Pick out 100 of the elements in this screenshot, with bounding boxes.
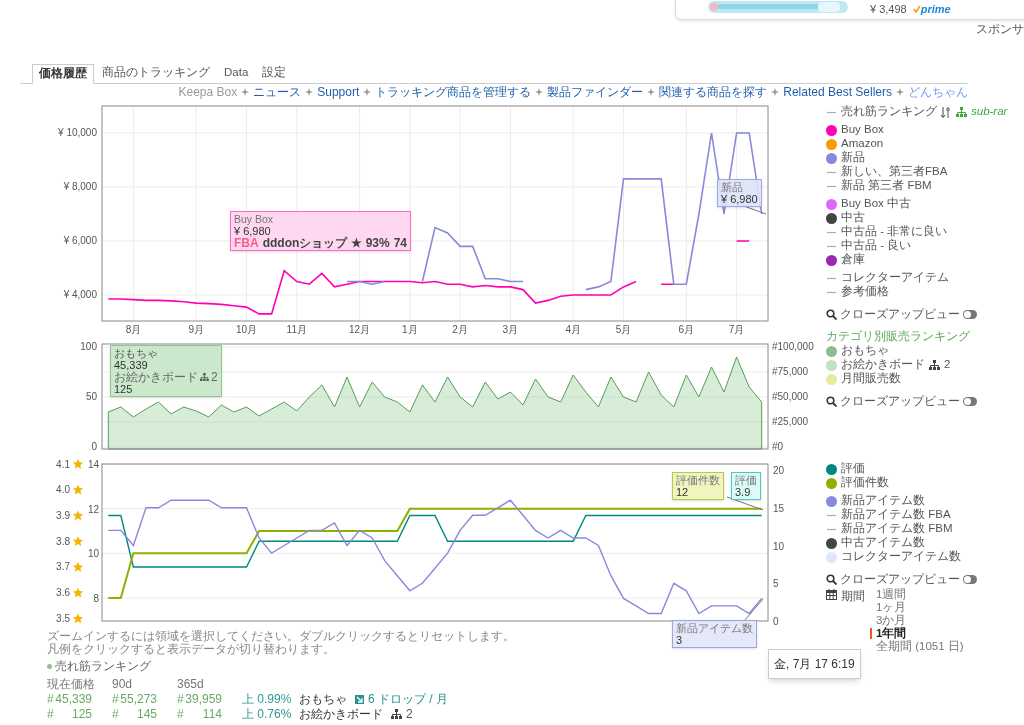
table-cell-text: 114 (202, 706, 222, 723)
rank-sign: # (112, 691, 119, 708)
axis-label: 10 (773, 540, 785, 552)
change-text: 上 0.99% (242, 691, 293, 708)
legend-item[interactable]: 売れ筋ランキング (841, 103, 937, 121)
axis-label: #25,000 (772, 416, 809, 427)
period-option[interactable]: 全期間 (1051 日) (876, 640, 964, 653)
hierarchy-icon (956, 107, 967, 117)
toggle-switch[interactable] (963, 397, 977, 406)
axis-label: #0 (772, 441, 784, 452)
table-cell-text: 55,273 (120, 691, 157, 708)
search-icon (826, 396, 837, 407)
separator-icon (305, 88, 314, 96)
trend-down-icon (355, 694, 364, 704)
nav-link[interactable]: 製品ファインダー (547, 83, 644, 101)
legend-item[interactable]: 新品 第三者 FBM (841, 177, 932, 195)
axis-label: 5 (773, 578, 779, 590)
hint-text: 凡例をクリックすると表示データが切り替わります。 (47, 643, 336, 656)
date-tooltip: 金, 7月 17 6:19 (768, 649, 861, 679)
ad-card[interactable]: ¥ 3,498 prime (675, 0, 1024, 20)
hint-text: ズームインするには領域を選択してください。ダブルクリックするとリセットします。 (47, 630, 515, 643)
axis-label: 3.9 (56, 510, 70, 521)
rating-count: 74 (393, 237, 408, 249)
tooltip-value: 3 (676, 634, 684, 646)
period-option[interactable]: 1年間 (876, 627, 907, 640)
month-label: 6月 (678, 324, 695, 335)
nav-link[interactable]: 関連する商品を探す (659, 83, 768, 101)
tab[interactable]: 設定 (256, 63, 293, 83)
axis-label: 3.6 (56, 587, 70, 599)
legend-heading: カテゴリ別販売ランキング (826, 329, 970, 345)
search-icon (826, 309, 837, 320)
tab[interactable]: Data (218, 63, 255, 83)
legend-item[interactable]: 評価件数 (841, 474, 889, 492)
nav-link[interactable]: トラッキング商品を管理する (375, 83, 532, 101)
axis-label: 10 (87, 548, 99, 560)
drops-text: 6 ドロップ / 月 (368, 691, 448, 708)
axis-label: 4.0 (56, 484, 70, 496)
axis-label: #50,000 (772, 391, 809, 402)
tab[interactable]: 価格履歴 (32, 64, 94, 84)
star-icon (72, 459, 84, 469)
axis-label: 3.5 (56, 612, 70, 624)
check-icon (912, 4, 921, 13)
separator-icon (241, 88, 250, 96)
seller-rating: ★ 93% (351, 237, 390, 249)
period-option[interactable]: 3か月 (876, 614, 907, 627)
rank-sign: # (177, 691, 184, 708)
seller-name: dddonショップ (262, 237, 348, 249)
month-label: 4月 (565, 324, 581, 335)
separator-icon (363, 88, 372, 96)
axis-label: ¥ 8,000 (63, 181, 97, 192)
rank-sign: # (47, 706, 54, 723)
column-header: 90d (112, 676, 134, 693)
axis-label: 50 (85, 391, 97, 402)
calendar-icon (826, 589, 837, 600)
tooltip-value: 3.9 (735, 486, 752, 498)
axis-label: #100,000 (772, 341, 814, 352)
prime-label: prime (920, 1, 951, 17)
category-name: おもちゃ (299, 691, 347, 708)
closeup-label: クローズアップビュー (840, 393, 960, 409)
axis-label: 100 (80, 341, 97, 352)
month-label: 3月 (502, 324, 519, 335)
axis-label: 3.8 (56, 535, 70, 547)
leader-line (726, 496, 764, 511)
nav-link[interactable]: ニュース (253, 83, 302, 101)
nav-link[interactable]: Related Best Sellers (783, 83, 892, 101)
star-icon (72, 510, 84, 521)
subcategory-count: 2 (211, 371, 218, 383)
search-icon (826, 574, 837, 585)
tooltip-title: お絵かきボード (114, 371, 198, 383)
toggle-switch[interactable] (963, 575, 977, 584)
legend-item[interactable]: 倉庫 (841, 251, 865, 269)
star-icon (72, 587, 84, 598)
rank-sign: # (177, 706, 184, 723)
period-option[interactable]: 1週間 (876, 588, 907, 601)
column-header: 365d (177, 676, 205, 693)
closeup-label: クローズアップビュー (840, 571, 960, 587)
axis-label: ¥ 4,000 (63, 289, 97, 300)
tab[interactable]: 商品のトラッキング (96, 63, 216, 83)
axis-label: #75,000 (772, 366, 809, 377)
hierarchy-icon (200, 373, 209, 381)
separator-icon (647, 88, 656, 96)
table-cell-text: 45,339 (55, 691, 92, 708)
tooltip-title: 評価 (735, 474, 757, 486)
axis-label: ¥ 10,000 (58, 127, 97, 138)
legend-item[interactable]: 月間販売数 (841, 370, 901, 388)
hierarchy-icon (929, 360, 940, 370)
sponsor-label: スポンサ (976, 21, 1024, 38)
rank-sign: # (47, 691, 54, 708)
axis-label: 4.1 (56, 458, 70, 470)
axis-label: 20 (773, 465, 785, 477)
month-label: 12月 (349, 324, 371, 335)
month-label: 10月 (235, 324, 258, 335)
nav-link[interactable]: Support (317, 83, 360, 101)
toggle-switch[interactable] (963, 310, 977, 319)
legend-item[interactable]: Buy Box (841, 121, 884, 139)
tooltip-value: ¥ 6,980 (721, 193, 758, 205)
legend-item[interactable]: 参考価格 (841, 283, 889, 301)
axis-label: ¥ 6,000 (63, 235, 97, 246)
tooltip-value: 12 (676, 486, 690, 498)
period-option[interactable]: 1ヶ月 (876, 601, 907, 614)
